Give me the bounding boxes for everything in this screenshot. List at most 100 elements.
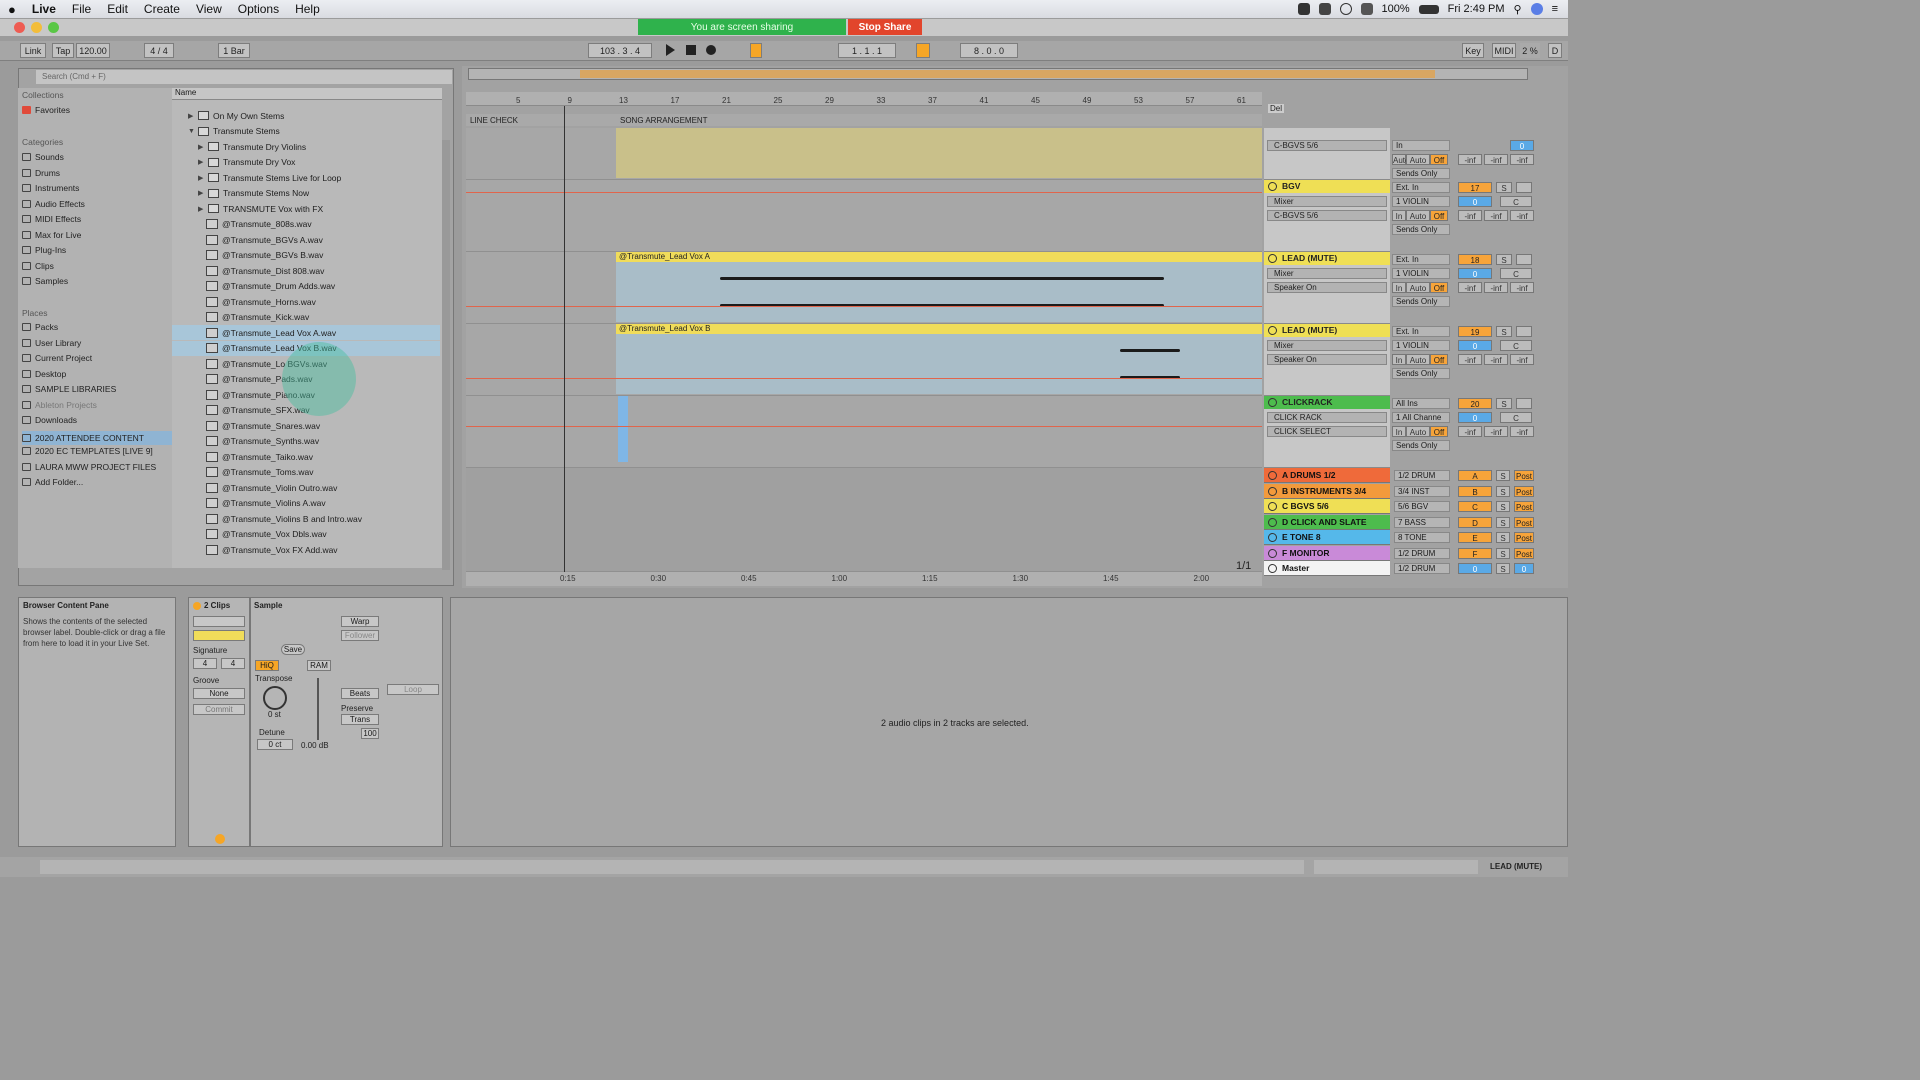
battery-icon[interactable] [1418, 4, 1439, 14]
track-activator-icon[interactable] [1268, 564, 1277, 573]
sends-menu[interactable]: Sends Only [1392, 168, 1450, 179]
volume-field[interactable]: 0 [1458, 412, 1492, 423]
clip-lead-vox-b[interactable]: @Transmute_Lead Vox B [616, 324, 1262, 394]
return-output-menu[interactable]: 1/2 DRUM [1394, 470, 1450, 481]
file-row[interactable]: @Transmute_Dist 808.wav [172, 263, 440, 278]
envelope-field[interactable]: 100 [361, 728, 379, 739]
pan-field[interactable]: C [1500, 196, 1532, 207]
input-routing-menu[interactable]: Ext. In [1392, 326, 1450, 337]
expand-icon[interactable] [215, 834, 225, 844]
track-header[interactable]: C-BGVS 5/6 [1264, 128, 1390, 180]
sidebar-item-category[interactable]: MIDI Effects [22, 214, 81, 224]
file-row[interactable]: @Transmute_Toms.wav [172, 465, 440, 480]
link-button[interactable]: Link [20, 43, 46, 58]
play-icon[interactable] [666, 44, 675, 56]
detune-field[interactable]: 0 ct [257, 739, 293, 750]
input-channel-menu[interactable]: Speaker On [1267, 282, 1387, 293]
sidebar-item-place[interactable]: Desktop [22, 369, 66, 379]
pan-field[interactable]: C [1500, 340, 1532, 351]
monitor-in[interactable]: In [1392, 210, 1406, 221]
menu-edit[interactable]: Edit [107, 2, 128, 16]
input-routing-menu[interactable]: Ext. In [1392, 254, 1450, 265]
time-signature-field[interactable]: 4 / 4 [144, 43, 174, 58]
hiq-button[interactable]: HiQ [255, 660, 279, 671]
pre-post-button[interactable]: Post [1514, 501, 1534, 512]
input-routing-menu[interactable]: Ext. In [1392, 182, 1450, 193]
pan-field[interactable]: C [1500, 412, 1532, 423]
disclosure-triangle-icon[interactable]: ▶ [198, 189, 208, 197]
volume-field[interactable]: 0 [1510, 140, 1534, 151]
wifi-icon[interactable] [1339, 3, 1352, 15]
track-activator-icon[interactable] [1268, 502, 1277, 511]
monitor-off[interactable]: Off [1430, 154, 1448, 165]
commit-button[interactable]: Commit [193, 704, 245, 715]
file-row[interactable]: @Transmute_Vox Dbls.wav [172, 527, 440, 542]
track-fold-icon[interactable] [1268, 398, 1277, 407]
track-header[interactable]: LEAD (MUTE) Mixer Speaker On [1264, 324, 1390, 396]
minimize-window-button[interactable] [31, 22, 42, 33]
clip-click[interactable] [618, 396, 628, 462]
save-button[interactable]: Save [281, 644, 305, 655]
menu-help[interactable]: Help [295, 2, 320, 16]
track-header[interactable]: BGV Mixer C-BGVS 5/6 [1264, 180, 1390, 252]
track-lane-bgv[interactable] [466, 180, 1262, 252]
sidebar-item-place[interactable]: Ableton Projects [22, 400, 97, 410]
file-row[interactable]: @Transmute_808s.wav [172, 217, 440, 232]
zoom-icon[interactable] [1297, 3, 1310, 15]
file-row[interactable]: @Transmute_Horns.wav [172, 294, 440, 309]
monitor-off[interactable]: Off [1430, 210, 1448, 221]
dropbox-icon[interactable] [1318, 3, 1331, 15]
arm-button[interactable] [1516, 326, 1532, 337]
input-routing-menu[interactable]: All Ins [1392, 398, 1450, 409]
locator-lane[interactable] [466, 114, 1262, 126]
monitor-off[interactable]: Off [1430, 354, 1448, 365]
solo-button[interactable]: S [1496, 516, 1510, 528]
signature-denominator[interactable]: 4 [221, 658, 245, 669]
transpose-knob[interactable] [263, 686, 287, 710]
clip-activator-icon[interactable] [193, 602, 201, 610]
volume-icon[interactable] [1360, 3, 1373, 15]
clock[interactable]: Fri 2:49 PM [1448, 3, 1505, 15]
preserve-menu[interactable]: Trans [341, 714, 379, 725]
signature-numerator[interactable]: 4 [193, 658, 217, 669]
solo-button[interactable]: S [1496, 547, 1510, 559]
arm-button[interactable] [1516, 182, 1532, 193]
track-fold-icon[interactable] [1268, 326, 1277, 335]
monitor-in[interactable]: In [1392, 282, 1406, 293]
sidebar-item-place[interactable]: SAMPLE LIBRARIES [22, 384, 116, 394]
pre-post-button[interactable]: Post [1514, 532, 1534, 543]
return-activator[interactable]: D [1458, 516, 1492, 528]
track-activator[interactable]: 17 [1458, 182, 1492, 193]
input-type-menu[interactable]: CLICK RACK [1267, 412, 1387, 423]
send-level-field[interactable]: -inf [1484, 154, 1508, 165]
locator-song-arrangement[interactable]: SONG ARRANGEMENT [620, 116, 708, 125]
track-lane-lead-b[interactable]: @Transmute_Lead Vox B [466, 324, 1262, 396]
track-lane-bgvs[interactable] [466, 128, 1262, 180]
groove-menu[interactable]: None [193, 688, 245, 699]
return-output-menu[interactable]: 8 TONE [1394, 532, 1450, 543]
loop-switch[interactable] [916, 43, 930, 58]
solo-button[interactable]: S [1496, 254, 1512, 265]
file-row[interactable]: @Transmute_BGVs B.wav [172, 248, 440, 263]
record-icon[interactable] [706, 45, 716, 55]
clip-bgv[interactable] [616, 128, 1262, 178]
track-activator-icon[interactable] [1268, 517, 1277, 527]
monitor-in[interactable]: In [1392, 354, 1406, 365]
track-name[interactable]: LEAD (MUTE) [1264, 252, 1390, 265]
delete-button[interactable]: Del [1268, 104, 1285, 113]
siri-icon[interactable] [1530, 3, 1543, 15]
pre-post-button[interactable]: Post [1514, 516, 1534, 528]
file-row[interactable]: @Transmute_BGVs A.wav [172, 232, 440, 247]
disclosure-triangle-icon[interactable]: ▶ [198, 143, 208, 151]
solo-button[interactable]: S [1496, 485, 1510, 497]
sends-menu[interactable]: Sends Only [1392, 440, 1450, 451]
loop-start-field[interactable]: 1 . 1 . 1 [838, 43, 896, 58]
monitor-switch[interactable]: In Auto Off [1392, 282, 1450, 293]
monitor-auto[interactable]: Auto [1406, 154, 1430, 165]
sidebar-item-category[interactable]: Instruments [22, 183, 79, 193]
midi-map-button[interactable]: MIDI [1492, 43, 1516, 58]
folder-row[interactable]: ▶ Transmute Dry Vox [172, 155, 440, 170]
solo-button[interactable]: S [1496, 563, 1510, 574]
tap-button[interactable]: Tap [52, 43, 74, 58]
return-activator[interactable]: E [1458, 532, 1492, 543]
